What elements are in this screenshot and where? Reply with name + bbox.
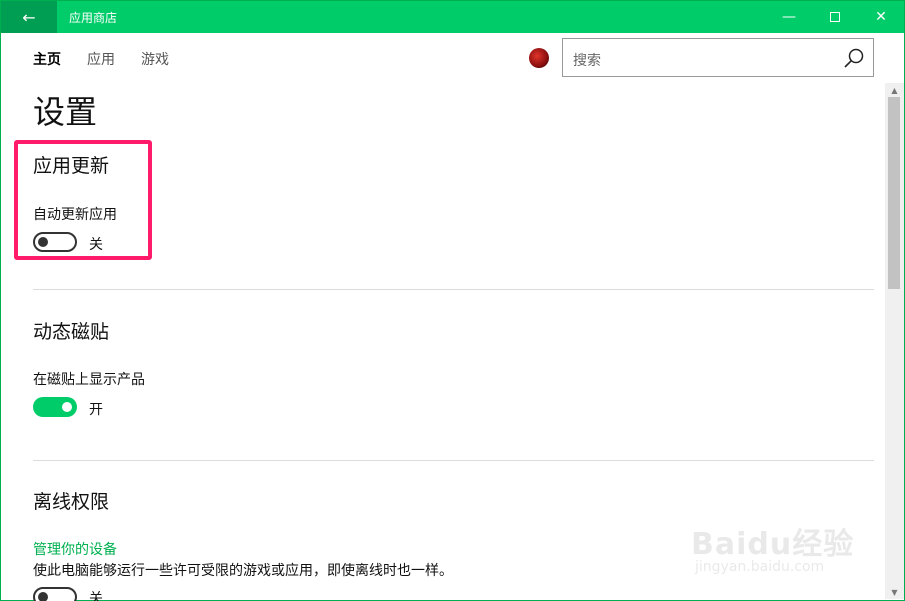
vertical-scrollbar[interactable]: ▲ ▼ [885,83,904,599]
show-products-toggle[interactable] [33,397,77,417]
baidu-watermark: Baidu经验 jingyan.baidu.com [691,499,861,583]
tab-games[interactable]: 游戏 [141,49,169,69]
manage-devices-link[interactable]: 管理你的设备 [33,539,117,559]
show-products-toggle-state: 开 [89,402,103,418]
scroll-up-icon[interactable]: ▲ [885,83,904,97]
back-button[interactable]: ← [1,1,57,33]
divider [33,289,874,290]
offline-toggle[interactable] [33,587,77,601]
title-bar: ← 应用商店 — ✕ [1,1,904,33]
highlight-box [14,140,152,260]
section-title-live-tiles: 动态磁贴 [33,321,110,343]
maximize-button[interactable] [812,1,858,33]
watermark-logo-text: Baidu经验 [691,527,855,562]
maximize-icon [830,12,840,22]
setting-label-show-products: 在磁贴上显示产品 [33,372,145,388]
search-placeholder: 搜索 [573,53,601,69]
tab-apps[interactable]: 应用 [87,49,115,69]
minimize-icon: — [782,9,796,25]
window-controls: — ✕ [766,1,904,33]
offline-toggle-state: 关 [89,591,103,601]
tab-home[interactable]: 主页 [33,49,61,69]
scroll-down-icon[interactable]: ▼ [885,585,904,599]
top-navigation: 主页 应用 游戏 搜索 [1,33,904,83]
offline-description: 使此电脑能够运行一些许可受限的游戏或应用，即使离线时也一样。 [33,563,453,579]
watermark-url: jingyan.baidu.com [695,559,825,575]
close-icon: ✕ [875,9,887,25]
search-icon[interactable] [843,47,865,69]
back-arrow-icon: ← [22,7,36,27]
minimize-button[interactable]: — [766,1,812,33]
search-input[interactable]: 搜索 [562,38,874,77]
toggle-knob [38,592,48,601]
page-title: 设置 [33,93,98,131]
section-title-offline-permissions: 离线权限 [33,491,110,513]
app-window: ← 应用商店 — ✕ 主页 应用 游戏 搜索 设置 应用更新 自动更新应用 关 … [0,0,905,601]
close-button[interactable]: ✕ [858,1,904,33]
divider [33,460,874,461]
scroll-thumb[interactable] [888,97,900,289]
app-title: 应用商店 [69,10,118,25]
avatar[interactable] [529,48,549,68]
toggle-knob [62,402,72,412]
